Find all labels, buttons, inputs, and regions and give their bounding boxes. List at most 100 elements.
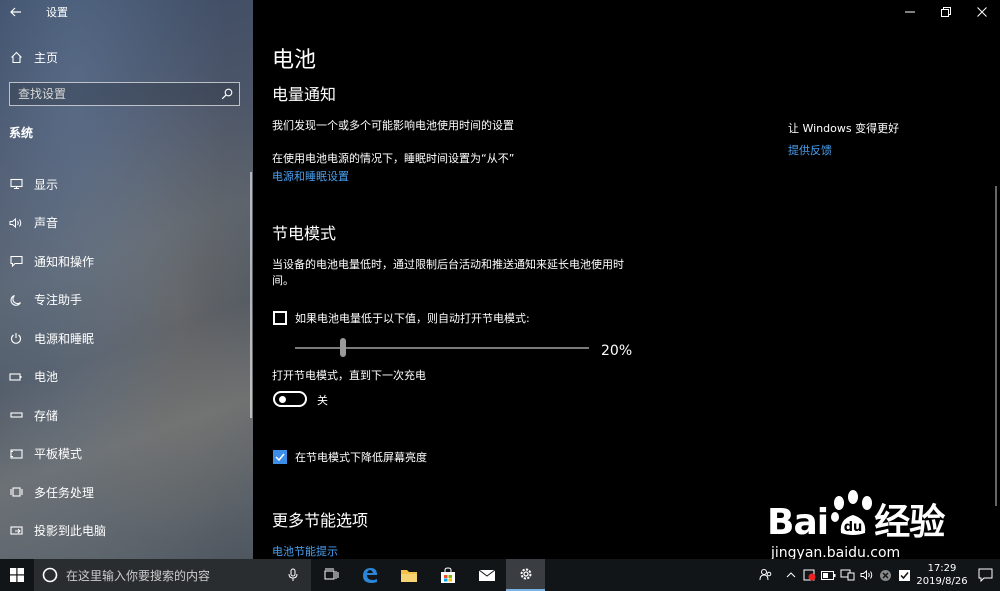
sidebar-item-storage[interactable]: 存储 — [0, 396, 253, 435]
title-bar: 设置 — [0, 0, 253, 24]
battery-threshold-slider[interactable] — [295, 338, 589, 357]
search-box — [9, 82, 240, 106]
sidebar-item-battery[interactable]: 电池 — [0, 358, 253, 397]
search-input[interactable] — [18, 87, 208, 101]
auto-saver-checkbox-row[interactable]: 如果电池电量低于以下值，则自动打开节电模式: — [273, 310, 530, 326]
lower-brightness-checkbox-row[interactable]: 在节电模式下降低屏幕亮度 — [273, 449, 427, 465]
notification-text: 我们发现一个或多个可能影响电池使用时间的设置 — [272, 119, 514, 132]
toggle-state-label: 关 — [317, 394, 328, 407]
description-line: 间。 — [272, 274, 294, 287]
speaker-icon — [8, 215, 24, 231]
main-scrollbar[interactable] — [995, 186, 997, 506]
checkmark-icon — [275, 453, 285, 462]
network-tray-button[interactable] — [838, 559, 857, 591]
security-tray-button[interactable] — [800, 559, 819, 591]
sidebar-item-multitasking[interactable]: 多任务处理 — [0, 473, 253, 512]
feedback-title: 让 Windows 变得更好 — [788, 122, 900, 135]
sidebar-item-focus-assist[interactable]: 专注助手 — [0, 281, 253, 320]
sidebar-item-label: 通知和操作 — [34, 254, 95, 269]
minimize-button[interactable] — [892, 0, 928, 24]
moon-icon — [8, 292, 24, 308]
taskbar-search-box[interactable]: 在这里输入你要搜索的内容 — [34, 559, 311, 591]
sidebar-item-tablet-mode[interactable]: 平板模式 — [0, 435, 253, 474]
restore-button[interactable] — [928, 0, 964, 24]
sidebar: 设置 主页 系统 显示 声音 通知和操作 — [0, 0, 253, 559]
power-sleep-settings-link[interactable]: 电源和睡眠设置 — [272, 168, 349, 184]
toggle-caption: 打开节电模式，直到下一次充电 — [272, 369, 426, 382]
restore-icon — [941, 7, 951, 17]
mail-button[interactable] — [467, 559, 506, 591]
battery-saver-heading: 节电模式 — [272, 224, 337, 243]
microphone-icon[interactable] — [287, 568, 299, 582]
baidu-paw-logo: du — [831, 490, 872, 535]
clock-date: 2019/8/26 — [916, 576, 968, 587]
back-button[interactable] — [0, 0, 32, 24]
slider-value: 20% — [601, 343, 633, 359]
mail-icon — [478, 569, 495, 581]
cortana-icon — [42, 567, 58, 583]
volume-tray-button[interactable] — [857, 559, 876, 591]
taskbar-clock[interactable]: 17:29 2019/8/26 — [914, 562, 970, 588]
checkbox-tray-button[interactable] — [895, 559, 914, 591]
battery-tray-button[interactable] — [819, 559, 838, 591]
sidebar-item-project[interactable]: 投影到此电脑 — [0, 512, 253, 551]
sidebar-item-sound[interactable]: 声音 — [0, 204, 253, 243]
page-title: 电池 — [272, 48, 317, 73]
sidebar-item-notifications[interactable]: 通知和操作 — [0, 242, 253, 281]
minimize-icon — [905, 11, 915, 13]
storage-icon — [8, 407, 24, 423]
notification-icon — [978, 568, 992, 582]
close-icon — [977, 7, 987, 17]
action-center-button[interactable] — [970, 559, 1000, 591]
system-tray: 17:29 2019/8/26 — [756, 559, 1000, 591]
close-button[interactable] — [964, 0, 1000, 24]
home-icon — [8, 49, 24, 65]
file-explorer-button[interactable] — [389, 559, 428, 591]
notification-heading: 电量通知 — [272, 85, 337, 104]
battery-saver-description: 当设备的电池电量低时，通过限制后台活动和推送通知来延长电池使用时 间。 — [272, 257, 624, 289]
task-view-icon — [324, 568, 338, 580]
power-icon — [8, 330, 24, 346]
tablet-icon — [8, 446, 24, 462]
show-hidden-icons-button[interactable] — [781, 559, 800, 591]
sidebar-item-power-sleep[interactable]: 电源和睡眠 — [0, 319, 253, 358]
lower-brightness-checkbox[interactable] — [273, 450, 287, 464]
sidebar-item-label: 声音 — [34, 216, 59, 231]
people-icon — [759, 569, 771, 581]
sidebar-item-home[interactable]: 主页 — [0, 44, 253, 70]
app-title: 设置 — [46, 6, 68, 19]
monitor-icon — [8, 176, 24, 192]
error-circle-icon — [880, 569, 891, 581]
notification-warning-text: 在使用电池电源的情况下，睡眠时间设置为“从不” — [272, 152, 515, 165]
sidebar-item-label: 多任务处理 — [34, 485, 95, 500]
speaker-tray-icon — [860, 569, 872, 581]
search-icon[interactable] — [221, 88, 233, 100]
sidebar-item-label: 专注助手 — [34, 293, 83, 308]
give-feedback-link[interactable]: 提供反馈 — [788, 142, 832, 158]
auto-saver-checkbox[interactable] — [273, 311, 287, 325]
sidebar-nav: 显示 声音 通知和操作 专注助手 电源和睡眠 电池 存储 平板模式 多任务处理 … — [0, 165, 253, 550]
section-title: 系统 — [9, 126, 34, 140]
settings-button[interactable] — [506, 559, 545, 591]
gear-icon — [520, 568, 531, 580]
task-view-button[interactable] — [311, 559, 350, 591]
auto-saver-label: 如果电池电量低于以下值，则自动打开节电模式: — [295, 312, 530, 325]
battery-icon — [8, 369, 24, 385]
edge-button[interactable] — [350, 559, 389, 591]
start-button[interactable] — [0, 559, 34, 591]
sidebar-scrollbar[interactable] — [250, 172, 252, 418]
battery-saver-toggle[interactable] — [273, 391, 307, 407]
sidebar-item-display[interactable]: 显示 — [0, 165, 253, 204]
error-tray-button[interactable] — [876, 559, 895, 591]
battery-tips-link[interactable]: 电池节能提示 — [272, 543, 338, 559]
svg-text:du: du — [844, 520, 863, 535]
sidebar-item-label: 显示 — [34, 177, 59, 192]
slider-thumb[interactable] — [340, 338, 346, 357]
sidebar-item-label: 存储 — [34, 408, 59, 423]
edge-icon — [362, 568, 377, 583]
check-square-icon — [899, 569, 910, 581]
people-button[interactable] — [756, 559, 775, 591]
description-line: 当设备的电池电量低时，通过限制后台活动和推送通知来延长电池使用时 — [272, 258, 624, 271]
store-button[interactable] — [428, 559, 467, 591]
toggle-knob — [279, 396, 286, 403]
